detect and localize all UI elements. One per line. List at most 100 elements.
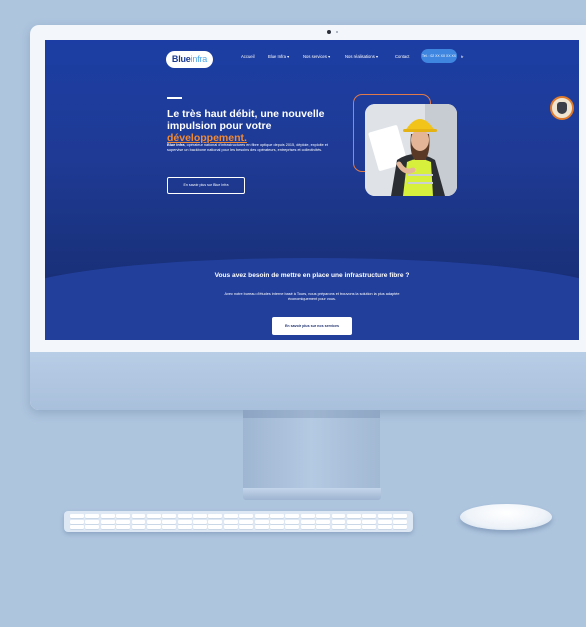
keyboard-key [177,525,192,529]
keyboard-key [331,525,346,529]
keyboard-key [116,514,131,518]
keyboard-key [208,519,223,524]
keyboard-key [131,525,146,529]
keyboard-key [70,525,84,529]
blueinfra-logo[interactable]: Blueinfra [166,51,213,68]
keyboard-key [346,525,361,529]
keyboard-key [146,514,161,518]
keyboard-key [393,514,407,518]
camera-icon [327,30,331,34]
keyboard-key [254,514,269,518]
keyboard-key [131,514,146,518]
keyboard-key [177,514,192,518]
hero-title: Le très haut débit, une nouvelle impulsi… [167,108,352,144]
keyboard-key [300,514,315,518]
keyboard-key [116,519,131,524]
stand-shadow [243,410,380,418]
hero-description: Blue Infra, opérateur national d'infrast… [167,143,342,153]
engineer-illustration [365,104,457,196]
keyboard-key [239,514,254,518]
keyboard-key [377,519,392,524]
keyboard-key [70,514,84,518]
nav-contact[interactable]: Contact [395,54,409,60]
keyboard-key [316,514,331,518]
keyboard-key [362,519,377,524]
keyboard-key [100,525,115,529]
keyboard-key [362,525,377,529]
keyboard-key [346,514,361,518]
keyboard-key [331,514,346,518]
hero-photo-engineer [365,104,457,196]
keyboard-key [85,514,100,518]
keyboard-key [208,525,223,529]
keyboard-key [239,519,254,524]
keyboard-key [223,514,238,518]
keyboard-key [270,514,284,518]
services-cta-button[interactable]: En savoir plus sur nos services [272,317,352,335]
keyboard-key [346,519,361,524]
navbar: Blueinfra Accueil Blue Infra ▾ Nos servi… [45,40,579,76]
award-badge-icon [550,96,574,120]
hero-desc-text: , opérateur national d'infrastructures e… [167,143,328,153]
keyboard-key [162,525,177,529]
keyboard-key [377,525,392,529]
band-description: Avec notre bureau d'études interne basé … [224,292,400,302]
keyboard-key [300,519,315,524]
camera-indicator [336,31,338,33]
keyboard-key [254,525,269,529]
language-switch[interactable]: fr [461,54,463,60]
hero-title-main: Le très haut débit, une nouvelle impulsi… [167,108,325,132]
keyboard-key [316,525,331,529]
keyboard-key [285,525,300,529]
keyboard-key [239,525,254,529]
phone-button[interactable]: Tél. : 02 XX XX XX XX [421,49,457,63]
keyboard-key [331,519,346,524]
keyboard [64,511,413,532]
keyboard-key [208,514,223,518]
hero-desc-brand: Blue Infra [167,143,185,147]
magic-mouse [460,504,552,530]
hero-accent-bar [167,97,182,99]
keyboard-key [116,525,131,529]
keyboard-key [393,519,407,524]
logo-text-infra: infra [190,54,208,64]
keyboard-key [162,519,177,524]
keyboard-key [177,519,192,524]
keyboard-key [285,519,300,524]
keyboard-key [85,519,100,524]
keyboard-key [193,519,207,524]
keyboard-key [146,525,161,529]
keyboard-key [100,519,115,524]
nav-nos-realisations[interactable]: Nos réalisations ▾ [345,54,378,60]
imac-chin [30,352,586,410]
keyboard-key [193,514,207,518]
monitor-stand [243,410,380,488]
keyboard-key [146,519,161,524]
band-title: Vous avez besoin de mettre en place une … [214,272,410,279]
nav-blue-infra[interactable]: Blue Infra ▾ [268,54,289,60]
badge-emblem [557,102,567,114]
keyboard-key [254,519,269,524]
hero-cta-button[interactable]: En savoir plus sur Blue Infra [167,177,245,194]
keyboard-key [193,525,207,529]
website-screen: Blueinfra Accueil Blue Infra ▾ Nos servi… [45,40,579,340]
keyboard-key [223,525,238,529]
logo-text-blue: Blue [171,54,191,64]
keyboard-key [362,514,377,518]
nav-accueil[interactable]: Accueil [241,54,255,60]
keyboard-key [285,514,300,518]
keyboard-key [270,525,284,529]
keyboard-key [223,519,238,524]
stand-foot [243,488,381,500]
keyboard-key [270,519,284,524]
keyboard-key [85,525,100,529]
keyboard-key [131,519,146,524]
keyboard-key [70,519,84,524]
keyboard-key [100,514,115,518]
keyboard-key [377,514,392,518]
keyboard-key [393,525,407,529]
nav-nos-services[interactable]: Nos services ▾ [303,54,330,60]
keyboard-key [162,514,177,518]
keyboard-key [316,519,331,524]
keyboard-key [300,525,315,529]
